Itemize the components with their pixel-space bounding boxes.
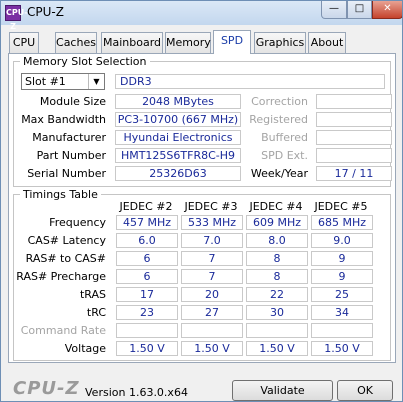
timings-column-header: JEDEC #5 <box>314 200 368 213</box>
chevron-down-icon[interactable]: ▼ <box>88 74 104 89</box>
registered-label: Registered <box>249 113 308 126</box>
timings-column-header: JEDEC #2 <box>119 200 173 213</box>
close-button[interactable]: ✕ <box>372 1 402 19</box>
timing-cell: 22 <box>246 287 308 302</box>
tras-label: tRAS <box>79 288 106 301</box>
cpuz-logo: CPU-Z <box>13 378 80 399</box>
part-number-label: Part Number <box>36 149 106 162</box>
tab-cpu[interactable]: CPU <box>9 32 39 53</box>
memory-type-field: DDR3 <box>115 74 385 89</box>
timing-cell: 7.0 <box>181 233 243 248</box>
timing-cell: 1.50 V <box>116 341 178 356</box>
timing-cell: 30 <box>246 305 308 320</box>
tab-mainboard[interactable]: Mainboard <box>101 32 163 53</box>
timing-cell: 609 MHz <box>246 215 308 230</box>
timing-cell: 9 <box>311 251 373 266</box>
tab-strip: CPU Caches Mainboard Memory SPD Graphics… <box>9 30 399 54</box>
week-year-label: Week/Year <box>250 167 308 180</box>
timing-cell: 8.0 <box>246 233 308 248</box>
voltage-label: Voltage <box>64 342 106 355</box>
slot-select[interactable]: Slot #1 ▼ <box>21 73 105 90</box>
timing-cell: 17 <box>116 287 178 302</box>
buffered-field <box>316 130 392 145</box>
cpuz-window: CPU-Z CPU-Z — □ ✕ CPU Caches Mainboard M… <box>0 0 403 402</box>
timing-cell: 6 <box>116 269 178 284</box>
timing-cell: 457 MHz <box>116 215 178 230</box>
timing-cell: 7 <box>181 269 243 284</box>
timing-cell <box>116 323 178 338</box>
ok-button[interactable]: OK <box>337 380 393 401</box>
version-text: Version 1.63.0.x64 <box>85 386 188 399</box>
title-bar[interactable]: CPU-Z CPU-Z — □ ✕ <box>1 1 402 31</box>
spd-ext-label: SPD Ext. <box>261 149 308 162</box>
week-year-field: 17 / 11 <box>316 166 392 181</box>
cas-latency-label: CAS# Latency <box>27 234 106 247</box>
module-size-label: Module Size <box>39 95 106 108</box>
timing-cell: 685 MHz <box>311 215 373 230</box>
timing-cell: 6.0 <box>116 233 178 248</box>
ras-precharge-label: RAS# Precharge <box>16 270 106 283</box>
tab-memory[interactable]: Memory <box>165 32 211 53</box>
serial-number-field: 25326D63 <box>115 166 241 181</box>
timing-cell: 9.0 <box>311 233 373 248</box>
window-title: CPU-Z <box>27 5 64 19</box>
timing-cell <box>311 323 373 338</box>
correction-label: Correction <box>251 95 308 108</box>
tab-graphics[interactable]: Graphics <box>254 32 306 53</box>
part-number-field: HMT125S6TFR8C-H9 <box>115 148 241 163</box>
max-bandwidth-label: Max Bandwidth <box>21 113 106 126</box>
timing-cell: 25 <box>311 287 373 302</box>
timing-cell: 533 MHz <box>181 215 243 230</box>
timing-cell: 20 <box>181 287 243 302</box>
timings-column-header: JEDEC #3 <box>184 200 238 213</box>
cpuz-app-icon: CPU-Z <box>5 5 28 31</box>
registered-field <box>316 112 392 127</box>
timing-cell: 1.50 V <box>181 341 243 356</box>
slot-select-value: Slot #1 <box>25 75 66 88</box>
module-size-field: 2048 MBytes <box>115 94 241 109</box>
manufacturer-field: Hyundai Electronics <box>115 130 241 145</box>
ras-to-cas-label: RAS# to CAS# <box>25 252 106 265</box>
minimize-button[interactable]: — <box>321 1 347 19</box>
timing-cell: 1.50 V <box>311 341 373 356</box>
serial-number-label: Serial Number <box>27 167 106 180</box>
maximize-button[interactable]: □ <box>347 1 372 19</box>
timing-cell <box>246 323 308 338</box>
tab-caches[interactable]: Caches <box>55 32 97 53</box>
timing-cell: 1.50 V <box>246 341 308 356</box>
timing-cell: 27 <box>181 305 243 320</box>
timings-table-title: Timings Table <box>20 188 101 201</box>
correction-field <box>316 94 392 109</box>
timing-cell: 7 <box>181 251 243 266</box>
spd-ext-field <box>316 148 392 163</box>
max-bandwidth-field: PC3-10700 (667 MHz) <box>115 112 241 127</box>
tab-spd[interactable]: SPD <box>213 30 251 54</box>
manufacturer-label: Manufacturer <box>32 131 106 144</box>
memory-slot-group-title: Memory Slot Selection <box>20 55 150 68</box>
command-rate-label: Command Rate <box>20 324 106 337</box>
timing-cell: 34 <box>311 305 373 320</box>
buffered-label: Buffered <box>261 131 308 144</box>
timing-cell: 8 <box>246 269 308 284</box>
trc-label: tRC <box>86 306 106 319</box>
timing-cell: 23 <box>116 305 178 320</box>
frequency-label: Frequency <box>49 216 106 229</box>
validate-button[interactable]: Validate <box>232 380 333 401</box>
timing-cell: 6 <box>116 251 178 266</box>
tab-about[interactable]: About <box>308 32 346 53</box>
timing-cell: 9 <box>311 269 373 284</box>
timing-cell <box>181 323 243 338</box>
timings-column-header: JEDEC #4 <box>249 200 303 213</box>
timing-cell: 8 <box>246 251 308 266</box>
